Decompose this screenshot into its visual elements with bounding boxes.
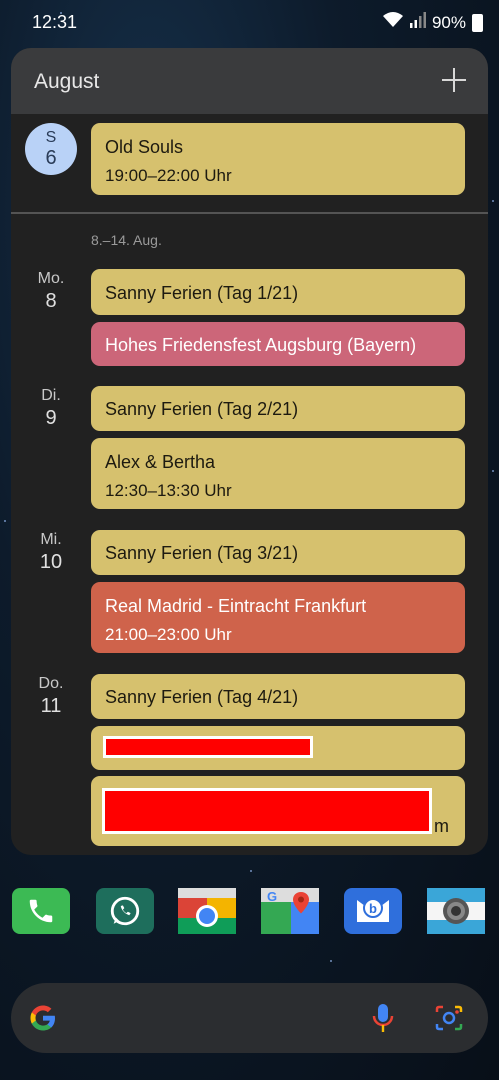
day-of-week: Mi. xyxy=(40,531,62,548)
whatsapp-app-icon[interactable] xyxy=(96,888,154,934)
event-redacted-1[interactable] xyxy=(91,726,465,770)
google-search-bar[interactable] xyxy=(11,983,488,1053)
day-of-week: S xyxy=(45,129,57,146)
event-title: Alex & Bertha xyxy=(105,452,216,472)
battery-icon xyxy=(472,13,483,32)
event-time: 21:00–23:00 Uhr xyxy=(105,625,232,644)
maps-app-icon[interactable]: G xyxy=(261,888,319,934)
day-number: 9 xyxy=(45,407,57,429)
day-number: 8 xyxy=(45,290,57,312)
event-sanny-ferien-3[interactable]: Sanny Ferien (Tag 3/21) xyxy=(91,530,465,575)
event-redacted-2[interactable]: m xyxy=(91,776,465,846)
event-title: Hohes Friedensfest Augsburg (Bayern) xyxy=(105,335,417,355)
redaction-block xyxy=(102,788,432,834)
day-of-week: Do. xyxy=(38,675,64,692)
svg-text:G: G xyxy=(267,889,277,904)
signal-icon xyxy=(409,12,426,33)
chrome-app-icon[interactable] xyxy=(178,888,236,934)
battery-percent: 90% xyxy=(431,12,466,32)
event-time: 12:30–13:30 Uhr xyxy=(105,481,232,500)
day-number: 10 xyxy=(39,551,63,573)
event-title: Sanny Ferien (Tag 1/21) xyxy=(105,283,299,303)
event-sanny-ferien-2[interactable]: Sanny Ferien (Tag 2/21) xyxy=(91,386,465,431)
event-title: Sanny Ferien (Tag 2/21) xyxy=(105,399,299,419)
phone-app-icon[interactable] xyxy=(12,888,70,934)
day-label-do[interactable]: Do. 11 xyxy=(27,675,75,718)
bixby-app-icon[interactable]: b xyxy=(344,888,402,934)
today-indicator[interactable]: S 6 xyxy=(25,123,77,175)
day-of-week: Mo. xyxy=(37,270,65,287)
event-title: Sanny Ferien (Tag 4/21) xyxy=(105,687,299,707)
event-title-suffix: m xyxy=(434,816,449,836)
event-old-souls[interactable]: Old Souls 19:00–22:00 Uhr xyxy=(91,123,465,195)
widget-header: August xyxy=(11,48,488,114)
event-title: Sanny Ferien (Tag 3/21) xyxy=(105,543,299,563)
event-real-madrid[interactable]: Real Madrid - Eintracht Frankfurt 21:00–… xyxy=(91,582,465,653)
event-friedensfest[interactable]: Hohes Friedensfest Augsburg (Bayern) xyxy=(91,322,465,366)
day-number: 11 xyxy=(40,695,62,717)
add-event-button[interactable] xyxy=(440,66,468,94)
day-number: 6 xyxy=(45,147,57,169)
event-title: Old Souls xyxy=(105,137,184,157)
event-sanny-ferien-4[interactable]: Sanny Ferien (Tag 4/21) xyxy=(91,674,465,719)
day-label-mi[interactable]: Mi. 10 xyxy=(27,531,75,574)
calendar-widget[interactable]: August S 6 Old Souls 19:00–22:00 Uhr 8.–… xyxy=(11,48,488,855)
camera-app-icon[interactable] xyxy=(427,888,485,934)
month-title[interactable]: August xyxy=(34,70,99,94)
redaction-block xyxy=(103,736,313,758)
microphone-icon[interactable] xyxy=(371,1002,395,1039)
event-alex-bertha[interactable]: Alex & Bertha 12:30–13:30 Uhr xyxy=(91,438,465,509)
wifi-icon xyxy=(382,11,404,34)
google-lens-icon[interactable] xyxy=(434,1004,464,1037)
day-label-di[interactable]: Di. 9 xyxy=(27,387,75,430)
svg-text:b: b xyxy=(369,901,377,916)
week-divider xyxy=(11,212,488,214)
status-bar: 12:31 90% xyxy=(0,0,499,46)
status-time: 12:31 xyxy=(32,12,78,32)
week-range-label: 8.–14. Aug. xyxy=(91,232,162,248)
day-of-week: Di. xyxy=(41,387,61,404)
event-sanny-ferien-1[interactable]: Sanny Ferien (Tag 1/21) xyxy=(91,269,465,315)
event-title: Real Madrid - Eintracht Frankfurt xyxy=(105,596,367,616)
google-logo-icon xyxy=(27,1002,59,1039)
day-label-mo[interactable]: Mo. 8 xyxy=(27,270,75,313)
event-time: 19:00–22:00 Uhr xyxy=(105,166,232,185)
